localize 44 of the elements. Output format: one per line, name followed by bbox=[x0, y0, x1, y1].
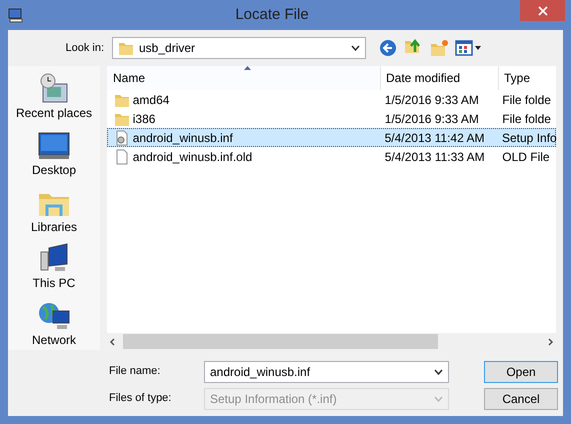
place-item[interactable]: Recent places bbox=[16, 66, 92, 123]
type-cell-text: File folde bbox=[501, 110, 552, 128]
date-cell-text: 1/5/2016 9:33 AM bbox=[384, 110, 480, 128]
look-in-value: usb_driver bbox=[139, 40, 196, 57]
place-item[interactable]: Libraries bbox=[30, 180, 78, 236]
place-item[interactable]: This PC bbox=[32, 236, 76, 294]
type-cell-text: OLD File bbox=[501, 148, 551, 166]
close-button[interactable] bbox=[520, 0, 565, 21]
date-cell-text: 5/4/2013 11:42 AM bbox=[384, 130, 486, 146]
look-in-dropdown[interactable]: usb_driver bbox=[112, 37, 366, 59]
settings-file-icon bbox=[114, 130, 130, 146]
place-item[interactable]: Network bbox=[32, 293, 76, 350]
column-header[interactable]: Date modified bbox=[380, 66, 498, 90]
file-name: android_winusb.inf bbox=[132, 130, 233, 146]
file-type-value: Setup Information (*.inf) bbox=[210, 390, 338, 408]
place-item[interactable]: Desktop bbox=[32, 122, 76, 180]
file-row[interactable]: android_winusb.inf 5/4/2013 11:42 AM Setup Info bbox=[107, 128, 556, 147]
file-name-value: android_winusb.inf bbox=[210, 364, 312, 380]
sort-arrow-icon bbox=[244, 66, 250, 70]
open-button[interactable]: Open bbox=[484, 360, 558, 382]
cancel-button[interactable]: Cancel bbox=[484, 388, 558, 410]
type-cell-text: Setup Info bbox=[501, 130, 555, 146]
type-cell-text: File folde bbox=[501, 92, 552, 108]
back-icon[interactable] bbox=[378, 38, 398, 58]
scrollbar-thumb[interactable] bbox=[123, 334, 438, 349]
file-name-field[interactable]: android_winusb.inf bbox=[204, 360, 449, 382]
date-cell-text: 1/5/2016 9:33 AM bbox=[384, 92, 480, 108]
file-name-label: File name: bbox=[109, 364, 162, 380]
file-type-label: Files of type: bbox=[109, 391, 172, 406]
window-title: Locate File bbox=[234, 4, 310, 25]
column-header[interactable]: Name bbox=[107, 66, 380, 90]
file-name: android_winusb.inf.old bbox=[132, 148, 252, 166]
app-icon bbox=[8, 6, 24, 23]
file-row[interactable]: i386 1/5/2016 9:33 AM File folde bbox=[107, 109, 556, 128]
file-row[interactable]: android_winusb.inf.old 5/4/2013 11:33 AM OLD File bbox=[107, 147, 556, 166]
file-name: i386 bbox=[132, 110, 156, 128]
folder-icon bbox=[118, 40, 134, 56]
close-icon[interactable] bbox=[538, 6, 548, 16]
look-in-label: Look in: bbox=[64, 40, 104, 56]
column-header[interactable]: Type bbox=[498, 66, 556, 90]
file-row[interactable]: amd64 1/5/2016 9:33 AM File folde bbox=[107, 90, 556, 109]
date-cell-text: 5/4/2013 11:33 AM bbox=[384, 148, 486, 166]
file-name: amd64 bbox=[132, 92, 170, 108]
view-menu-icon[interactable] bbox=[454, 39, 482, 57]
